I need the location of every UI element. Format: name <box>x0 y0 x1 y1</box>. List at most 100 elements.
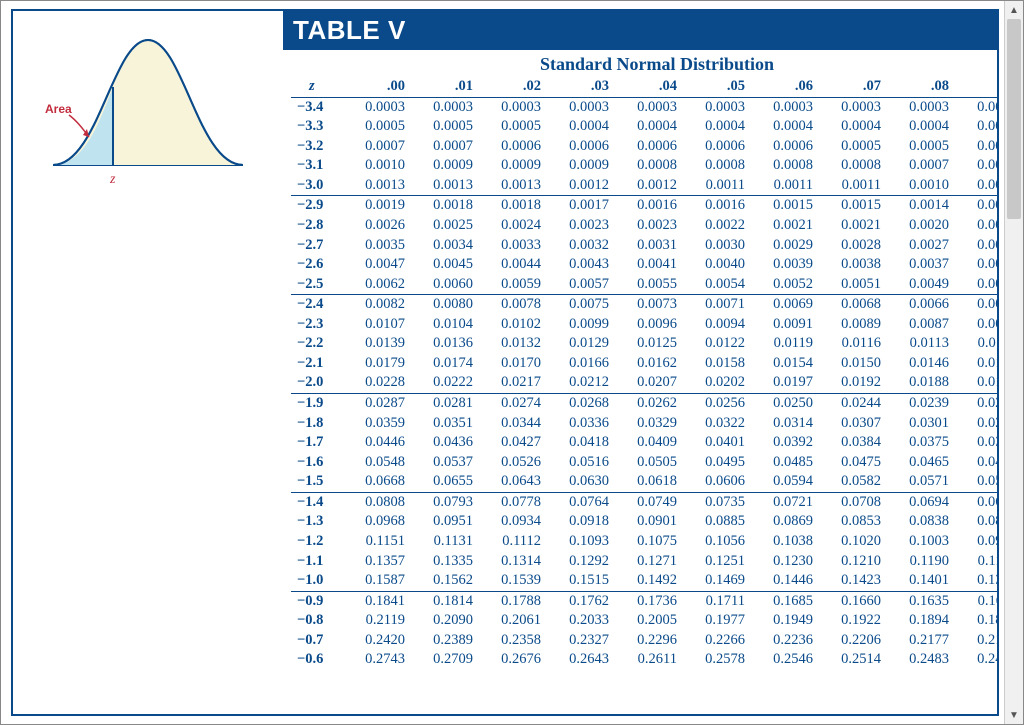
vertical-scrollbar[interactable]: ▲ ▼ <box>1004 1 1023 724</box>
value-cell: 0.1660 <box>819 591 887 611</box>
value-cell: 0.0606 <box>683 472 751 492</box>
value-cell: 0.0630 <box>547 472 615 492</box>
value-cell: 0.2611 <box>615 650 683 670</box>
value-cell: 0.2090 <box>411 611 479 631</box>
z-cell: −0.7 <box>291 631 343 651</box>
value-cell: 0.0110 <box>955 334 999 354</box>
value-cell: 0.0003 <box>411 97 479 117</box>
value-cell: 0.1020 <box>819 532 887 552</box>
value-cell: 0.1230 <box>751 552 819 572</box>
value-cell: 0.0505 <box>615 453 683 473</box>
value-cell: 0.0014 <box>887 196 955 216</box>
column-header: .05 <box>683 77 751 97</box>
value-cell: 0.0018 <box>411 196 479 216</box>
value-cell: 0.0102 <box>479 315 547 335</box>
table-row: −0.60.27430.27090.26760.26430.26110.2578… <box>291 650 999 670</box>
value-cell: 0.0618 <box>615 472 683 492</box>
value-cell: 0.0968 <box>343 512 411 532</box>
value-cell: 0.0808 <box>343 492 411 512</box>
value-cell: 0.2451 <box>955 650 999 670</box>
value-cell: 0.0045 <box>411 255 479 275</box>
diagram-z-label: z <box>109 172 116 187</box>
value-cell: 0.0032 <box>547 236 615 256</box>
value-cell: 0.0008 <box>683 156 751 176</box>
value-cell: 0.0166 <box>547 354 615 374</box>
value-cell: 0.1788 <box>479 591 547 611</box>
value-cell: 0.0018 <box>479 196 547 216</box>
value-cell: 0.1814 <box>411 591 479 611</box>
value-cell: 0.0004 <box>615 117 683 137</box>
value-cell: 0.0015 <box>751 196 819 216</box>
value-cell: 0.1562 <box>411 571 479 591</box>
scroll-down-button[interactable]: ▼ <box>1005 706 1023 724</box>
value-cell: 0.1093 <box>547 532 615 552</box>
z-cell: −2.5 <box>291 275 343 295</box>
value-cell: 0.0003 <box>615 97 683 117</box>
value-cell: 0.0125 <box>615 334 683 354</box>
scroll-thumb[interactable] <box>1007 19 1021 219</box>
value-cell: 0.0351 <box>411 414 479 434</box>
value-cell: 0.0427 <box>479 433 547 453</box>
table-row: −2.70.00350.00340.00330.00320.00310.0030… <box>291 236 999 256</box>
value-cell: 0.0003 <box>547 97 615 117</box>
value-cell: 0.0465 <box>887 453 955 473</box>
value-cell: 0.0329 <box>615 414 683 434</box>
value-cell: 0.2033 <box>547 611 615 631</box>
value-cell: 0.0009 <box>411 156 479 176</box>
value-cell: 0.2676 <box>479 650 547 670</box>
value-cell: 0.0239 <box>887 394 955 414</box>
value-cell: 0.1539 <box>479 571 547 591</box>
value-cell: 0.0495 <box>683 453 751 473</box>
value-cell: 0.0122 <box>683 334 751 354</box>
table-row: −0.90.18410.18140.17880.17620.17360.1711… <box>291 591 999 611</box>
value-cell: 0.0069 <box>751 295 819 315</box>
value-cell: 0.1446 <box>751 571 819 591</box>
table-row: −2.80.00260.00250.00240.00230.00230.0022… <box>291 216 999 236</box>
value-cell: 0.0708 <box>819 492 887 512</box>
scroll-up-button[interactable]: ▲ <box>1005 1 1023 19</box>
z-cell: −1.6 <box>291 453 343 473</box>
value-cell: 0.0015 <box>819 196 887 216</box>
value-cell: 0.1949 <box>751 611 819 631</box>
value-cell: 0.0003 <box>887 97 955 117</box>
z-cell: −1.8 <box>291 414 343 434</box>
value-cell: 0.0274 <box>479 394 547 414</box>
value-cell: 0.0838 <box>887 512 955 532</box>
z-column-header: z <box>291 77 343 97</box>
value-cell: 0.2266 <box>683 631 751 651</box>
table-row: −1.60.05480.05370.05260.05160.05050.0495… <box>291 453 999 473</box>
z-cell: −3.3 <box>291 117 343 137</box>
table-row: −2.00.02280.02220.02170.02120.02070.0202… <box>291 373 999 393</box>
value-cell: 0.0113 <box>887 334 955 354</box>
table-row: −2.90.00190.00180.00180.00170.00160.0016… <box>291 196 999 216</box>
value-cell: 0.1762 <box>547 591 615 611</box>
z-cell: −2.3 <box>291 315 343 335</box>
value-cell: 0.0116 <box>819 334 887 354</box>
value-cell: 0.0034 <box>411 236 479 256</box>
value-cell: 0.0668 <box>343 472 411 492</box>
value-cell: 0.0091 <box>751 315 819 335</box>
value-cell: 0.1314 <box>479 552 547 572</box>
value-cell: 0.0721 <box>751 492 819 512</box>
value-cell: 0.0024 <box>479 216 547 236</box>
value-cell: 0.0006 <box>547 137 615 157</box>
value-cell: 0.0129 <box>547 334 615 354</box>
table-row: −1.30.09680.09510.09340.09180.09010.0885… <box>291 512 999 532</box>
value-cell: 0.1611 <box>955 591 999 611</box>
value-cell: 0.0006 <box>615 137 683 157</box>
value-cell: 0.0455 <box>955 453 999 473</box>
value-cell: 0.1335 <box>411 552 479 572</box>
value-cell: 0.0154 <box>751 354 819 374</box>
value-cell: 0.0057 <box>547 275 615 295</box>
value-cell: 0.0233 <box>955 394 999 414</box>
value-cell: 0.2061 <box>479 611 547 631</box>
table-row: −2.10.01790.01740.01700.01660.01620.0158… <box>291 354 999 374</box>
value-cell: 0.0019 <box>955 216 999 236</box>
value-cell: 0.0010 <box>887 176 955 196</box>
value-cell: 0.0003 <box>479 97 547 117</box>
value-cell: 0.0094 <box>683 315 751 335</box>
diagram-column: Area z <box>13 11 283 714</box>
value-cell: 0.0005 <box>411 117 479 137</box>
value-cell: 0.0075 <box>547 295 615 315</box>
normal-curve-diagram: Area z <box>43 25 253 195</box>
